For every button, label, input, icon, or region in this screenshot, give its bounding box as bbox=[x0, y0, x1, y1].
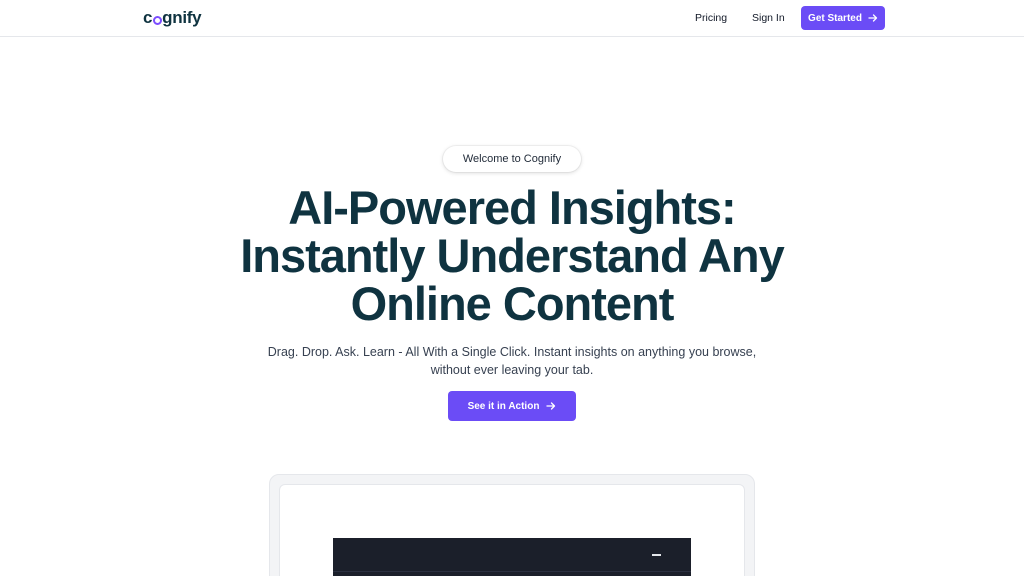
hero-subtitle: Drag. Drop. Ask. Learn - All With a Sing… bbox=[262, 343, 762, 379]
see-it-in-action-label: See it in Action bbox=[467, 400, 540, 412]
hero-title: AI-Powered Insights: Instantly Understan… bbox=[212, 184, 812, 328]
demo-window-titlebar bbox=[333, 538, 691, 572]
nav-pricing-link[interactable]: Pricing bbox=[695, 11, 727, 25]
logo-prefix: c bbox=[143, 8, 153, 27]
hero-subtitle-line-1: Drag. Drop. Ask. Learn - All With a Sing… bbox=[267, 345, 757, 359]
hero-subtitle-line-2: without ever leaving your tab. bbox=[430, 363, 594, 377]
get-started-button[interactable]: Get Started bbox=[801, 6, 885, 30]
arrow-right-icon bbox=[546, 402, 556, 410]
demo-app-window bbox=[333, 538, 691, 576]
see-it-in-action-button[interactable]: See it in Action bbox=[448, 391, 576, 421]
hero-title-line-1: AI-Powered Insights: bbox=[288, 181, 736, 234]
minimize-icon[interactable] bbox=[652, 554, 661, 556]
cognify-logo[interactable]: c gnify bbox=[143, 8, 202, 28]
logo-suffix: gnify bbox=[162, 8, 202, 27]
landing-page: c gnify Pricing Sign In Get Started Welc… bbox=[0, 0, 1024, 576]
get-started-label: Get Started bbox=[808, 12, 862, 24]
nav-sign-in-link[interactable]: Sign In bbox=[752, 11, 785, 25]
welcome-badge: Welcome to Cognify bbox=[443, 146, 581, 172]
navbar: c gnify Pricing Sign In Get Started bbox=[0, 0, 1024, 37]
hero-title-line-3: Online Content bbox=[350, 277, 675, 330]
arrow-right-icon bbox=[868, 14, 878, 22]
logo-ring-icon bbox=[152, 15, 162, 25]
hero-title-line-2: Instantly Understand Any bbox=[240, 229, 785, 282]
